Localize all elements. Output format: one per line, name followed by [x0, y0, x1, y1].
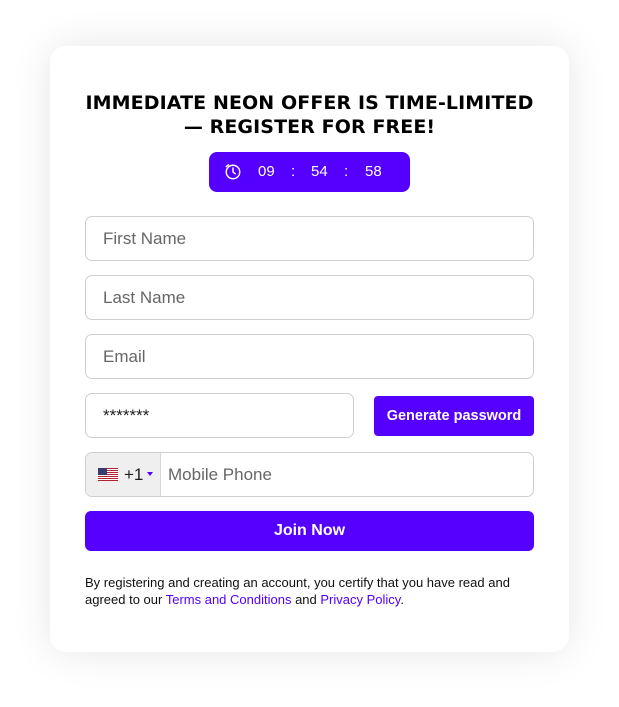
terms-link[interactable]: Terms and Conditions	[166, 592, 292, 607]
dial-code: +1	[124, 465, 144, 484]
mobile-phone-input[interactable]	[162, 453, 533, 496]
legal-text-end: .	[400, 592, 404, 607]
privacy-link[interactable]: Privacy Policy	[320, 592, 400, 607]
offer-headline: IMMEDIATE NEON OFFER IS TIME-LIMITED — R…	[85, 92, 534, 138]
legal-text-and: and	[291, 592, 321, 607]
join-now-button[interactable]: Join Now	[85, 511, 534, 551]
timer-minutes: 54	[311, 163, 328, 180]
phone-field: +1	[85, 452, 534, 497]
registration-card: IMMEDIATE NEON OFFER IS TIME-LIMITED — R…	[50, 46, 569, 652]
timer-separator: :	[344, 163, 349, 180]
timer-hours: 09	[258, 163, 275, 180]
email-input[interactable]	[85, 334, 534, 379]
first-name-input[interactable]	[85, 216, 534, 261]
timer-seconds: 58	[365, 163, 382, 180]
clock-icon	[225, 164, 241, 180]
caret-down-icon	[147, 472, 153, 476]
us-flag-icon	[98, 468, 118, 481]
timer-separator: :	[291, 163, 296, 180]
countdown-timer: 09 : 54 : 58	[209, 152, 410, 192]
legal-notice: By registering and creating an account, …	[85, 574, 534, 608]
country-code-select[interactable]: +1	[86, 453, 161, 496]
last-name-input[interactable]	[85, 275, 534, 320]
password-input[interactable]	[85, 393, 354, 438]
generate-password-button[interactable]: Generate password	[374, 396, 534, 436]
